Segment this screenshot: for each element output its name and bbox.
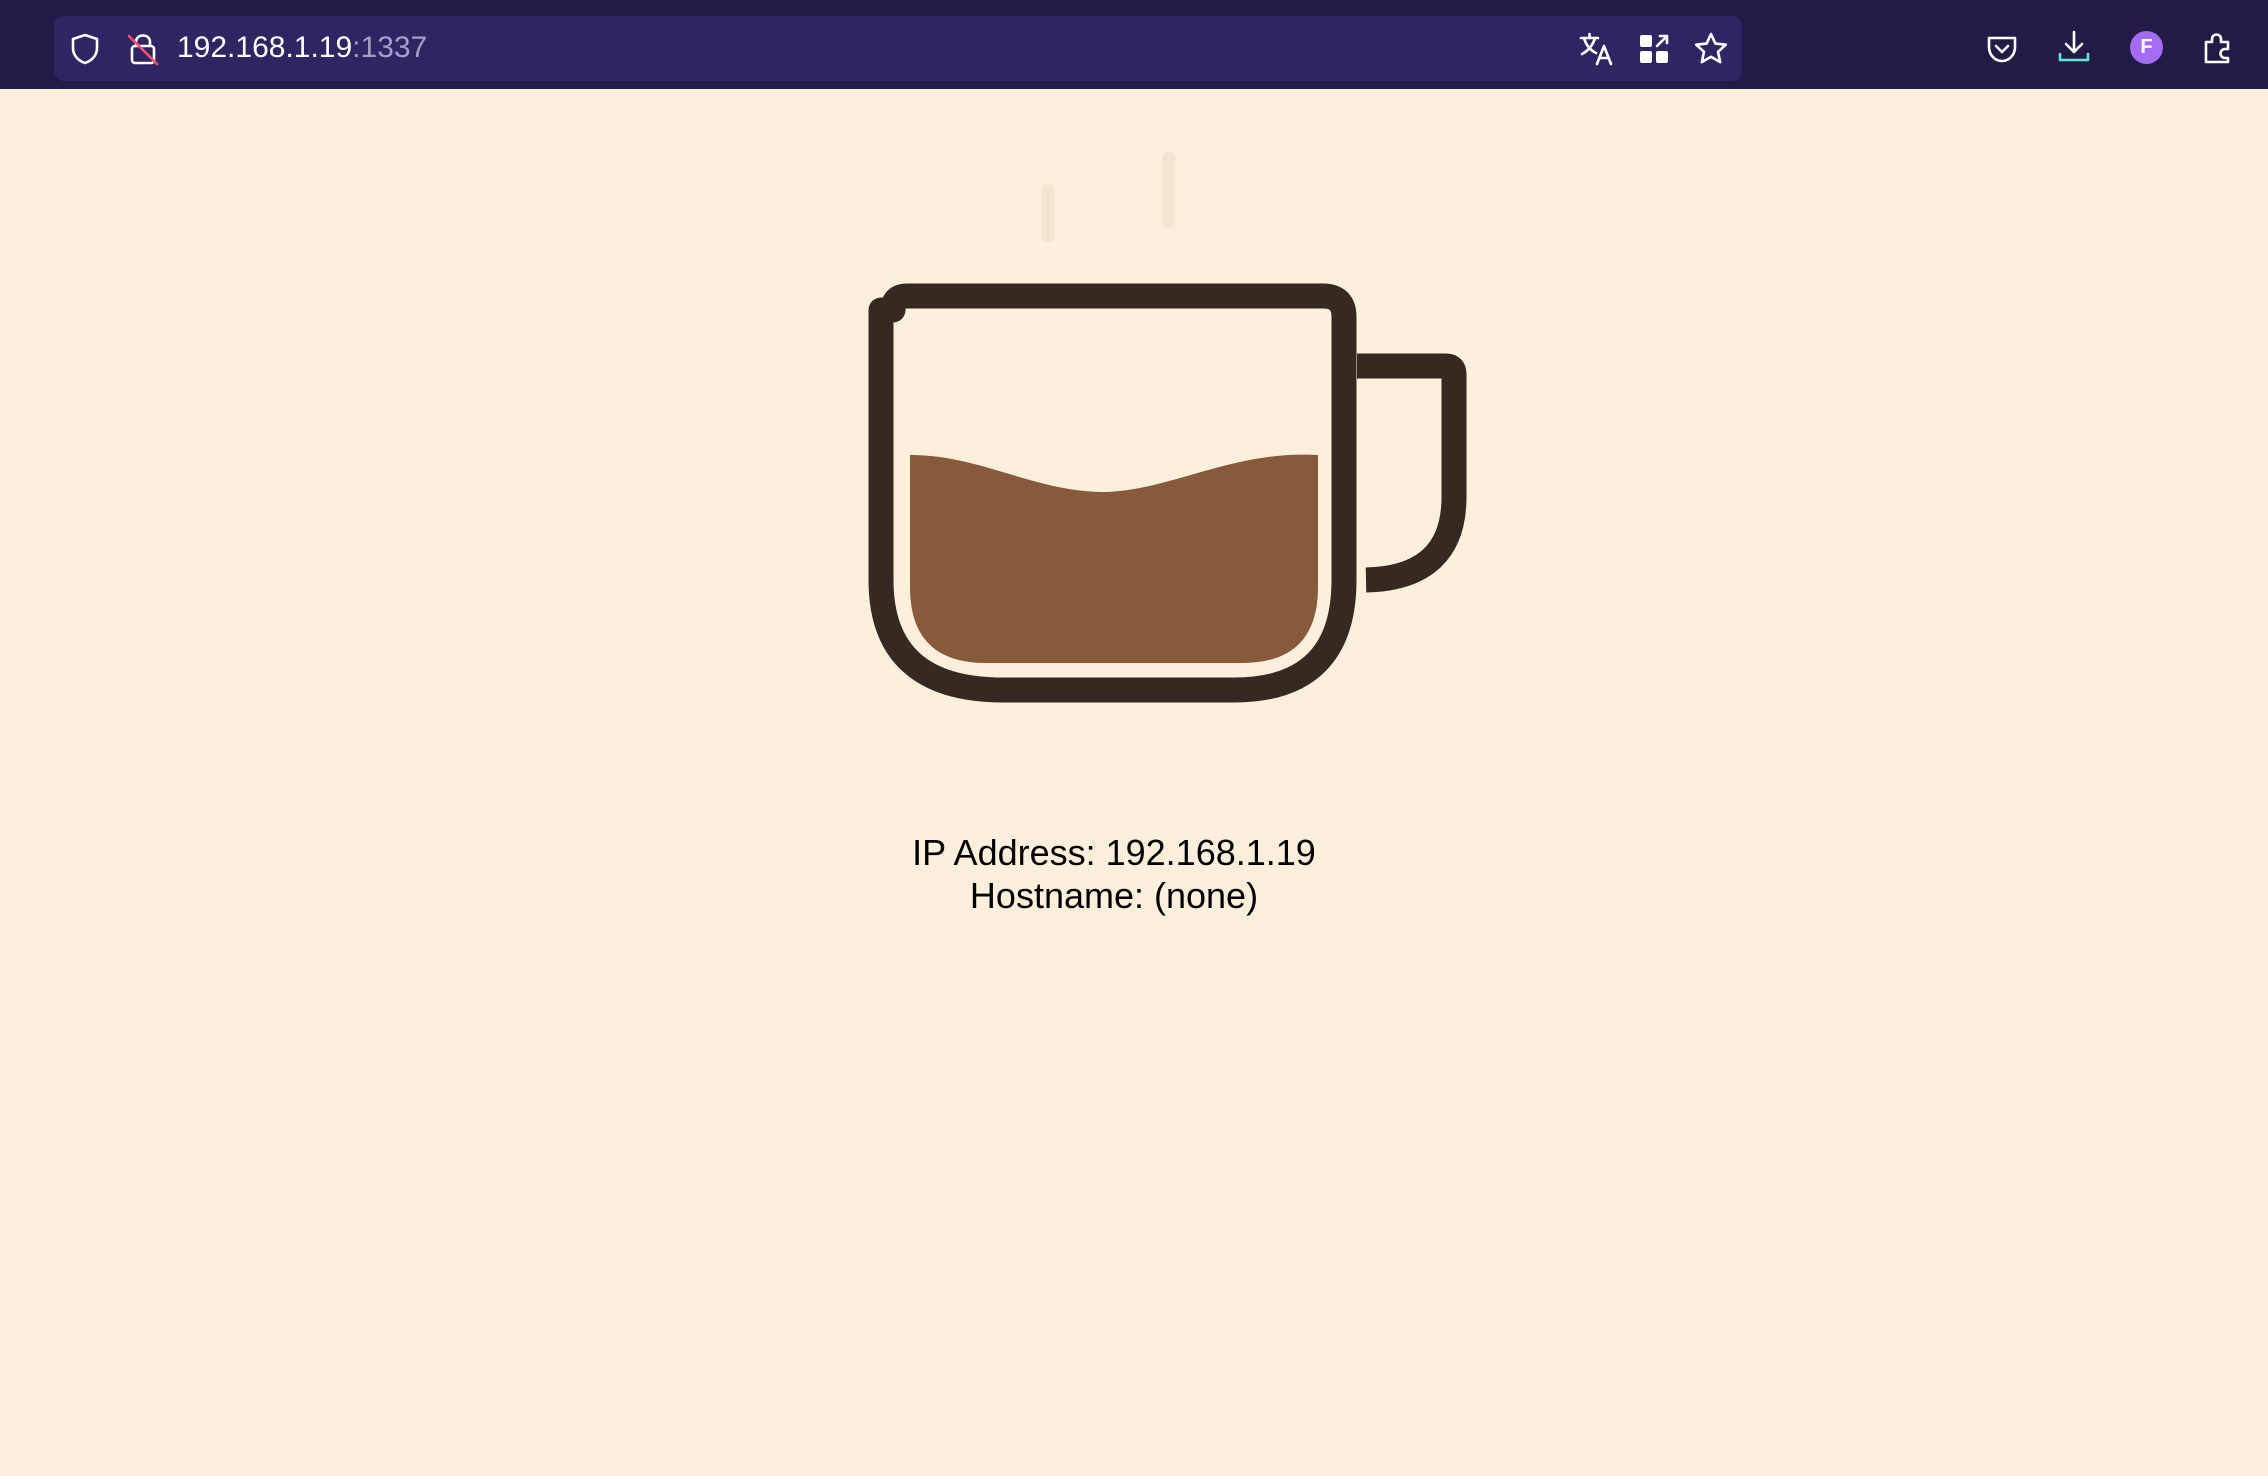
coffee-cup-icon [868,151,1467,703]
url-host: 192.168.1.19 [177,31,353,64]
ip-address-text: IP Address: 192.168.1.19 [912,832,1316,873]
translate-icon[interactable] [1578,30,1616,68]
pocket-icon[interactable] [1984,31,2020,67]
url-port: :1337 [352,31,428,64]
page-content: IP Address: 192.168.1.19 Hostname: (none… [0,89,2268,1476]
hostname-text: Hostname: (none) [969,875,1259,916]
url-text[interactable]: 192.168.1.19:1337 [177,31,427,65]
account-avatar[interactable]: F [2130,31,2163,64]
host-info: IP Address: 192.168.1.19 Hostname: (none… [0,831,2228,917]
insecure-lock-icon[interactable] [125,31,161,67]
star-icon[interactable] [1692,30,1730,68]
qr-grid-icon[interactable] [1638,33,1670,65]
puzzle-icon[interactable] [2200,30,2236,66]
browser-toolbar: 192.168.1.19:1337 F [0,0,2268,89]
account-initial: F [2140,36,2153,58]
address-bar[interactable]: 192.168.1.19:1337 [54,16,1742,81]
coffee-liquid [910,454,1318,663]
download-icon[interactable] [2055,28,2093,66]
cup-handle [1357,353,1467,593]
shield-icon[interactable] [68,32,102,66]
